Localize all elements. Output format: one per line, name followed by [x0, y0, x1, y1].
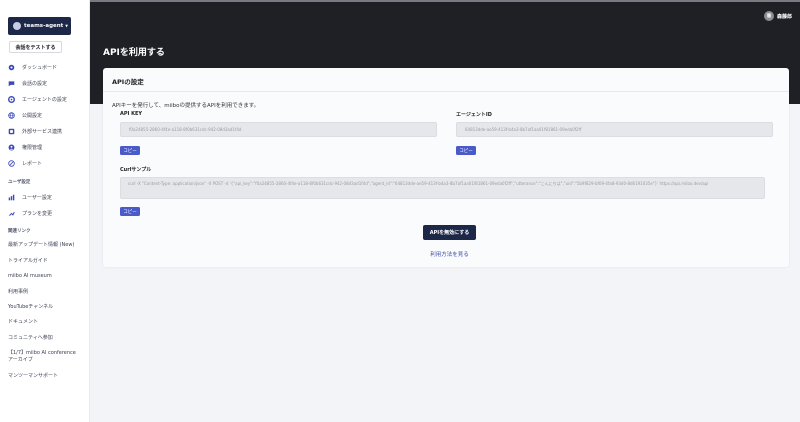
- agent-selector[interactable]: teams-agent ▼: [8, 17, 71, 35]
- sidebar-item-conversation-settings[interactable]: 会話の設定: [8, 78, 47, 88]
- agent-name: teams-agent: [24, 23, 64, 29]
- card-title: APIの設定: [103, 68, 789, 92]
- agent-gear-icon: [8, 95, 15, 103]
- sidebar-item-label: 会話の設定: [22, 80, 48, 87]
- links-section-label: 関連リンク: [8, 229, 31, 234]
- curl-label: Curlサンプル: [120, 167, 152, 173]
- agent-avatar: [13, 22, 21, 30]
- page-title: APIを利用する: [103, 48, 165, 58]
- agent-id-field[interactable]: 64813dde-ae59-413f-b4a3-8b7af1aa01f81861…: [456, 122, 773, 137]
- test-conversation-button[interactable]: 会話をテストする: [9, 41, 62, 53]
- copy-api-key-button[interactable]: コピー: [120, 146, 140, 155]
- sidebar-item-user-settings[interactable]: ユーザー設定: [8, 192, 52, 202]
- globe-icon: [8, 111, 15, 119]
- user-settings-icon: [8, 194, 15, 201]
- sidebar-item-label: 外部サービス連携: [22, 128, 63, 135]
- howto-link[interactable]: 利用方法を見る: [421, 250, 478, 258]
- copy-curl-button[interactable]: コピー: [120, 207, 140, 216]
- permission-icon: [8, 144, 15, 151]
- sidebar-item-report[interactable]: レポート: [8, 158, 42, 168]
- sidebar-item-integrations[interactable]: 外部サービス連携: [8, 126, 62, 136]
- sidebar-item-label: エージェントの設定: [22, 96, 67, 103]
- copy-agent-id-button[interactable]: コピー: [456, 146, 476, 155]
- plan-icon: [8, 210, 15, 217]
- agent-id-label: エージェントID: [456, 112, 492, 118]
- dashboard-icon: [8, 64, 15, 71]
- sidebar-item-publish-settings[interactable]: 公開設定: [8, 110, 42, 120]
- link-youtube[interactable]: YouTubeチャンネル: [8, 303, 53, 311]
- link-ai-museum[interactable]: miibo AI museum: [8, 272, 52, 280]
- sidebar-item-label: 公開設定: [22, 112, 43, 119]
- sidebar-item-label: ユーザー設定: [22, 194, 52, 201]
- chat-icon: [8, 80, 15, 87]
- api-settings-card: APIの設定 APIキーを発行して、miiboの提供するAPIを利用できます。 …: [103, 68, 789, 267]
- curl-sample-textarea[interactable]: curl -X "Content-Type: application/json"…: [120, 177, 765, 199]
- sidebar: teams-agent ▼ 会話をテストする ダッシュボード 会話の設定 エージ…: [0, 0, 90, 422]
- user-section-label: ユーザ設定: [8, 180, 31, 185]
- link-trial-guide[interactable]: トライアルガイド: [8, 257, 48, 265]
- caret-down-icon: ▼: [65, 24, 68, 28]
- api-key-field[interactable]: f0a24855-2860-4f4e-a118-8f0b631cdc-942-0…: [120, 122, 437, 137]
- integration-icon: [8, 128, 15, 135]
- link-community[interactable]: コミュニティへ参加: [8, 334, 53, 342]
- link-latest-updates[interactable]: 最新アップデート情報 (New): [8, 241, 74, 249]
- link-archive[interactable]: アーカイブ: [8, 356, 33, 364]
- avatar: 龍: [763, 11, 774, 21]
- user-name: 森藤郎: [776, 13, 792, 20]
- sidebar-item-agent-settings[interactable]: エージェントの設定: [8, 94, 67, 104]
- report-icon: [8, 159, 15, 167]
- sidebar-item-label: 権限管理: [22, 144, 43, 151]
- disable-api-button[interactable]: APIを無効にする: [423, 225, 476, 240]
- sidebar-item-label: レポート: [22, 160, 43, 167]
- sidebar-item-label: プランを変更: [22, 210, 53, 217]
- sidebar-item-change-plan[interactable]: プランを変更: [8, 208, 52, 218]
- link-support[interactable]: マンツーマンサポート: [8, 372, 58, 380]
- sidebar-item-label: ダッシュボード: [22, 64, 58, 71]
- api-key-label: API KEY: [120, 111, 143, 117]
- user-menu[interactable]: 龍 森藤郎: [763, 11, 792, 21]
- card-description: APIキーを発行して、miiboの提供するAPIを利用できます。: [112, 103, 260, 109]
- sidebar-item-dashboard[interactable]: ダッシュボード: [8, 62, 57, 72]
- link-docs[interactable]: ドキュメント: [8, 318, 38, 326]
- link-use-cases[interactable]: 利用事例: [8, 288, 28, 296]
- sidebar-item-permissions[interactable]: 権限管理: [8, 142, 42, 152]
